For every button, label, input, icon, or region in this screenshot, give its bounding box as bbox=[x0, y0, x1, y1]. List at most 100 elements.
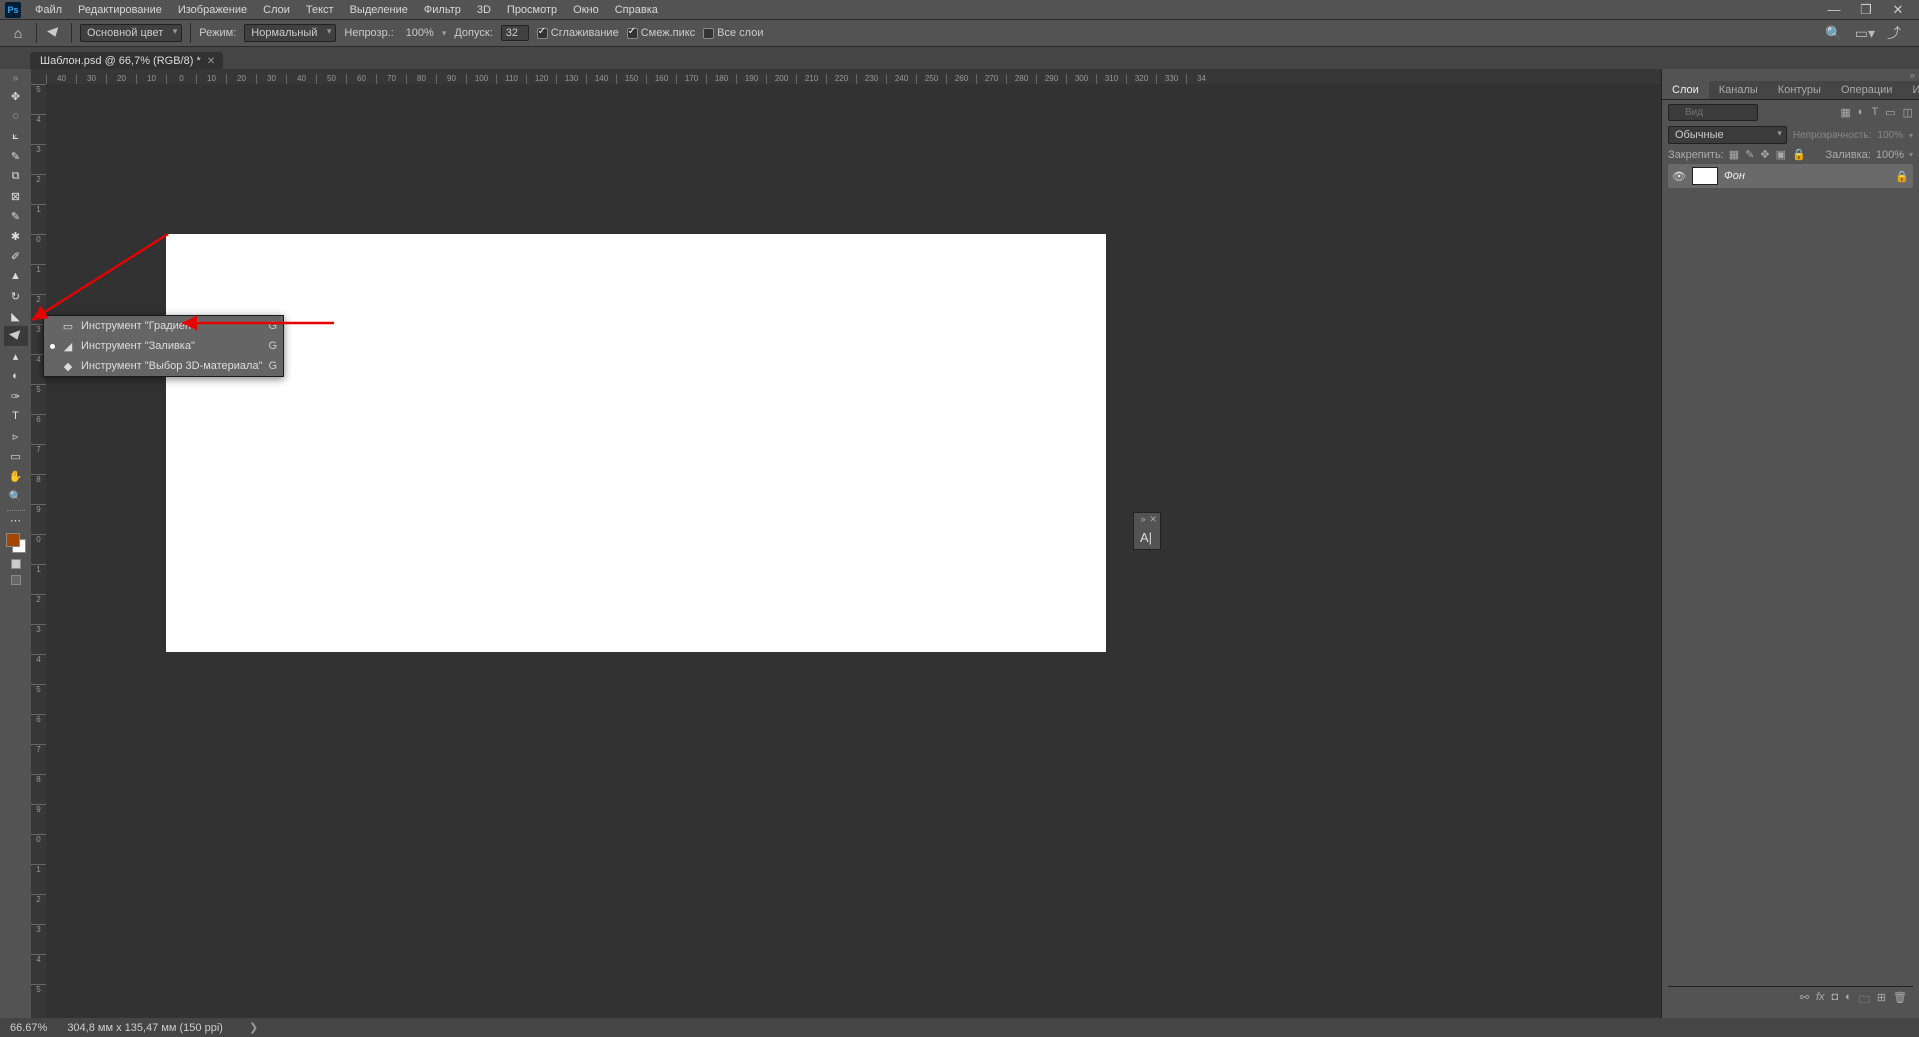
tab-history[interactable]: История bbox=[1902, 81, 1919, 99]
layer-mask-icon[interactable]: ◘ bbox=[1832, 991, 1839, 1010]
lasso-tool[interactable]: ⟀ bbox=[4, 126, 28, 146]
menu-layers[interactable]: Слои bbox=[255, 4, 298, 16]
shape-tool[interactable]: ▭ bbox=[4, 446, 28, 466]
pen-tool[interactable]: ✑ bbox=[4, 386, 28, 406]
quick-mask-off[interactable] bbox=[11, 559, 21, 569]
fg-color-swatch[interactable] bbox=[6, 533, 20, 547]
character-panel-icon[interactable]: А| bbox=[1134, 526, 1160, 549]
divider bbox=[71, 23, 72, 43]
menu-type[interactable]: Текст bbox=[298, 4, 342, 16]
visibility-toggle-icon[interactable]: 👁 bbox=[1672, 170, 1686, 183]
new-layer-icon[interactable]: ⊞ bbox=[1877, 991, 1886, 1010]
tool-flyout-bucket[interactable]: ◢ Инструмент "Заливка" G bbox=[44, 336, 283, 356]
character-panel-collapsed[interactable]: » ✕ А| bbox=[1133, 512, 1161, 550]
zoom-level[interactable]: 66.67% bbox=[10, 1022, 47, 1034]
close-icon[interactable]: ✕ bbox=[1149, 514, 1157, 525]
lock-artboard-icon[interactable]: ▣ bbox=[1776, 148, 1786, 161]
blur-tool[interactable]: ▴ bbox=[4, 346, 28, 366]
group-icon[interactable]: 🗀 bbox=[1859, 991, 1870, 1010]
edit-toolbar-icon[interactable]: ⋯ bbox=[4, 513, 28, 527]
antialias-checkbox[interactable]: Сглаживание bbox=[537, 27, 619, 39]
layer-thumbnail[interactable] bbox=[1692, 167, 1718, 185]
opacity-field[interactable]: 100% bbox=[402, 27, 434, 39]
tool-flyout-3d-material[interactable]: ◆ Инструмент "Выбор 3D-материала" G bbox=[44, 356, 283, 376]
contiguous-checkbox[interactable]: Смеж.пикс bbox=[627, 27, 695, 39]
tab-actions[interactable]: Операции bbox=[1831, 81, 1902, 99]
document-tab[interactable]: Шаблон.psd @ 66,7% (RGB/8) * ✕ bbox=[30, 52, 223, 69]
home-icon[interactable]: ⌂ bbox=[8, 25, 28, 41]
fill-source-dropdown[interactable]: Основной цвет bbox=[80, 24, 182, 42]
collapse-icon[interactable]: » bbox=[1140, 514, 1145, 525]
tab-paths[interactable]: Контуры bbox=[1768, 81, 1831, 99]
share-icon[interactable]: ⤴ bbox=[1887, 23, 1901, 43]
menu-3d[interactable]: 3D bbox=[469, 4, 499, 16]
tool-flyout-gradient[interactable]: ▭ Инструмент "Градиент" G bbox=[44, 316, 283, 336]
color-swatches[interactable] bbox=[6, 533, 26, 553]
toolbar-collapse-icon[interactable]: » bbox=[13, 73, 19, 84]
bucket-tool-icon[interactable] bbox=[45, 24, 63, 42]
move-tool[interactable]: ✥ bbox=[4, 86, 28, 106]
tolerance-field[interactable]: 32 bbox=[501, 25, 529, 41]
zoom-tool[interactable]: 🔍 bbox=[4, 486, 28, 506]
tab-channels[interactable]: Каналы bbox=[1709, 81, 1768, 99]
lock-all-icon[interactable]: 🔒 bbox=[1792, 148, 1806, 161]
link-layers-icon[interactable]: ⚯ bbox=[1800, 991, 1809, 1010]
healing-brush-tool[interactable]: ✱ bbox=[4, 226, 28, 246]
brush-tool[interactable]: ✐ bbox=[4, 246, 28, 266]
lock-image-icon[interactable]: ✎ bbox=[1745, 148, 1754, 161]
search-icon[interactable]: 🔍 bbox=[1825, 25, 1842, 42]
filter-shape-icon[interactable]: ▭ bbox=[1885, 106, 1895, 119]
layer-row[interactable]: 👁 Фон 🔒 bbox=[1668, 164, 1913, 188]
menu-help[interactable]: Справка bbox=[607, 4, 666, 16]
menu-file[interactable]: Файл bbox=[27, 4, 70, 16]
maximize-icon[interactable]: ❐ bbox=[1850, 2, 1882, 18]
menu-filter[interactable]: Фильтр bbox=[416, 4, 469, 16]
bucket-tool[interactable] bbox=[4, 326, 28, 346]
dodge-tool[interactable]: ◐ bbox=[4, 366, 28, 386]
crop-tool[interactable]: ⧉ bbox=[4, 166, 28, 186]
menu-select[interactable]: Выделение bbox=[342, 4, 416, 16]
type-tool[interactable]: T bbox=[4, 406, 28, 426]
eyedropper-tool[interactable]: ✎ bbox=[4, 206, 28, 226]
marquee-tool[interactable]: ◌ bbox=[4, 106, 28, 126]
frame-tool[interactable]: ⊠ bbox=[4, 186, 28, 206]
delete-layer-icon[interactable]: 🗑 bbox=[1893, 991, 1907, 1010]
filter-type-icon[interactable]: T bbox=[1871, 106, 1878, 119]
magic-wand-tool[interactable]: ✎ bbox=[4, 146, 28, 166]
close-icon[interactable]: ✕ bbox=[1882, 2, 1914, 18]
blend-mode-dropdown[interactable]: Обычные bbox=[1668, 126, 1787, 144]
history-brush-tool[interactable]: ↻ bbox=[4, 286, 28, 306]
document-close-icon[interactable]: ✕ bbox=[207, 56, 215, 67]
canvas-area[interactable]: 4030201001020304050607080901001101201301… bbox=[31, 69, 1661, 1018]
tab-layers[interactable]: Слои bbox=[1662, 81, 1709, 99]
panels-collapse-icon[interactable]: » bbox=[1662, 69, 1919, 81]
layer-name[interactable]: Фон bbox=[1724, 170, 1745, 182]
screen-mode[interactable] bbox=[11, 575, 21, 585]
filter-adjustment-icon[interactable]: ◐ bbox=[1858, 106, 1865, 119]
menu-view[interactable]: Просмотр bbox=[499, 4, 565, 16]
minimize-icon[interactable]: — bbox=[1818, 2, 1850, 18]
mode-dropdown[interactable]: Нормальный bbox=[244, 24, 336, 42]
document-canvas[interactable] bbox=[166, 234, 1106, 652]
layer-style-icon[interactable]: fx bbox=[1816, 991, 1825, 1010]
menu-window[interactable]: Окно bbox=[565, 4, 607, 16]
dot-icon bbox=[50, 344, 55, 349]
opacity-value[interactable]: 100% bbox=[1877, 130, 1903, 141]
layer-search-input[interactable] bbox=[1668, 104, 1758, 121]
filter-pixel-icon[interactable]: ▦ bbox=[1840, 106, 1850, 119]
menu-image[interactable]: Изображение bbox=[170, 4, 255, 16]
fill-value[interactable]: 100% bbox=[1876, 149, 1904, 161]
hand-tool[interactable]: ✋ bbox=[4, 466, 28, 486]
lock-position-icon[interactable]: ✥ bbox=[1760, 148, 1769, 161]
document-info[interactable]: 304,8 мм x 135,47 мм (150 ppi) bbox=[67, 1022, 223, 1034]
lock-transparent-icon[interactable]: ▦ bbox=[1729, 148, 1739, 161]
adjustment-layer-icon[interactable]: ◐ bbox=[1845, 991, 1852, 1010]
eraser-tool[interactable]: ◣ bbox=[4, 306, 28, 326]
status-menu-icon[interactable]: ❯ bbox=[249, 1021, 258, 1034]
path-selection-tool[interactable]: ▹ bbox=[4, 426, 28, 446]
menu-edit[interactable]: Редактирование bbox=[70, 4, 170, 16]
filter-smart-icon[interactable]: ◫ bbox=[1903, 106, 1913, 119]
all-layers-checkbox[interactable]: Все слои bbox=[703, 27, 763, 39]
clone-stamp-tool[interactable]: ▲ bbox=[4, 266, 28, 286]
workspace-icon[interactable]: ▭▾ bbox=[1855, 25, 1875, 42]
